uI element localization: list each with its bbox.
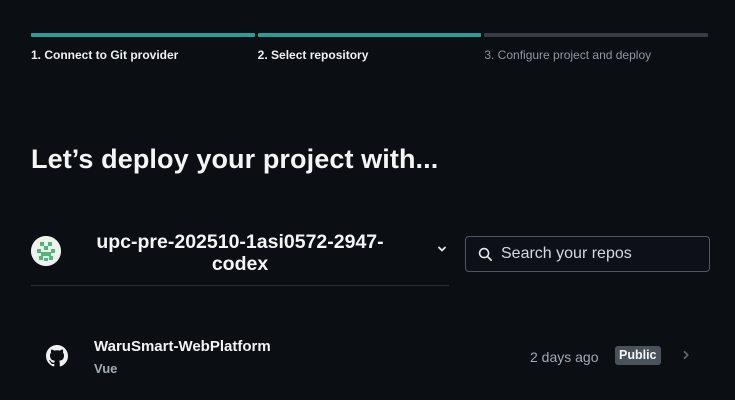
step-label: 3. Configure project and deploy (484, 48, 652, 62)
search-input[interactable] (501, 245, 701, 263)
repo-updated-time: 2 days ago (530, 349, 599, 365)
repo-framework: Vue (94, 361, 118, 376)
step-progress-bar (31, 33, 255, 37)
visibility-badge: Public (615, 346, 661, 365)
repo-search-box[interactable] (465, 236, 710, 272)
chevron-down-icon[interactable] (437, 244, 447, 254)
step-configure-deploy: 3. Configure project and deploy (484, 33, 709, 62)
step-progress-bar (484, 33, 709, 37)
identicon-avatar (31, 236, 61, 266)
step-progress-bar (257, 33, 482, 37)
repo-list-item[interactable]: WaruSmart-WebPlatform Vue 2 days ago Pub… (31, 325, 711, 387)
search-icon (478, 247, 492, 261)
page-title: Let’s deploy your project with... (31, 144, 439, 174)
repo-name: WaruSmart-WebPlatform (94, 338, 271, 355)
deploy-page: 1. Connect to Git provider 2. Select rep… (0, 0, 735, 400)
step-connect-git: 1. Connect to Git provider (31, 33, 255, 62)
chevron-right-icon (683, 350, 689, 360)
identicon-avatar-icon (31, 236, 61, 266)
step-label: 1. Connect to Git provider (31, 48, 179, 62)
account-name: upc-pre-202510-1asi0572-2947-codex (96, 231, 384, 275)
step-label: 2. Select repository (257, 48, 369, 62)
step-select-repository: 2. Select repository (257, 33, 482, 62)
github-icon (46, 345, 68, 367)
progress-stepper: 1. Connect to Git provider 2. Select rep… (31, 33, 709, 62)
account-selector[interactable]: upc-pre-202510-1asi0572-2947-codex (31, 228, 449, 286)
